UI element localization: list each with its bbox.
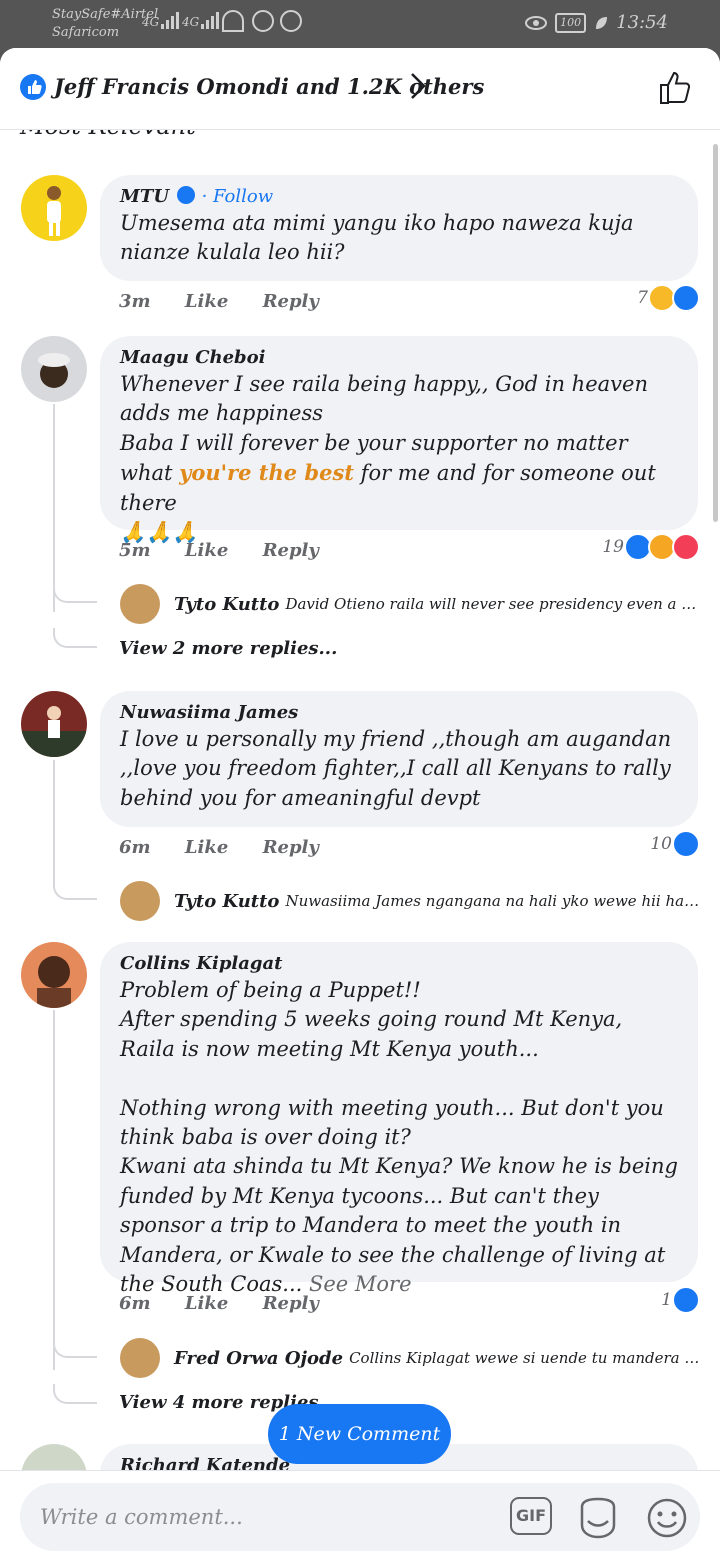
eye-icon	[525, 15, 548, 30]
comments-sheet: Jeff Francis Omondi and 1.2K others Most…	[0, 48, 720, 1560]
comment-time: 3m	[119, 291, 151, 312]
like-reaction-icon	[672, 830, 700, 858]
reaction-summary[interactable]: 1	[661, 1286, 700, 1314]
comment-actions: 6m Like Reply	[119, 1293, 347, 1314]
reaction-summary[interactable]: 10	[650, 830, 700, 858]
comment-time: 5m	[119, 540, 151, 561]
comment-time: 6m	[119, 1293, 151, 1314]
avatar[interactable]	[21, 691, 87, 757]
composer-bar: GIF	[0, 1470, 720, 1560]
view-more-replies[interactable]: View 2 more replies...	[119, 638, 337, 659]
timer-icon	[252, 10, 274, 32]
status-right: 100 13:54	[525, 12, 668, 33]
battery-icon: 100	[555, 12, 587, 33]
reaction-count: 19	[602, 537, 624, 557]
comment-author[interactable]: Maagu Cheboi	[120, 346, 678, 370]
love-reaction-icon	[672, 533, 700, 561]
reply-author[interactable]: Fred Orwa Ojode	[174, 1348, 343, 1369]
comment-text: Whenever I see raila being happy,, God i…	[120, 370, 678, 547]
reply-author[interactable]: Tyto Kutto	[174, 594, 279, 615]
reaction-count: 1	[661, 1290, 672, 1310]
whatsapp-icon	[280, 10, 302, 32]
reply-button[interactable]: Reply	[263, 837, 319, 858]
comment-text: I love u personally my friend ,,though a…	[120, 727, 678, 810]
reply-preview[interactable]: Fred Orwa Ojode Collins Kiplagat wewe si…	[120, 1338, 700, 1378]
reply-button[interactable]: Reply	[263, 1293, 319, 1314]
reply-text: David Otieno raila will never see presid…	[285, 595, 700, 613]
comment-composer: GIF	[20, 1483, 700, 1551]
like-reaction-icon	[20, 74, 46, 100]
like-reaction-icon	[672, 1286, 700, 1314]
thread-connector	[53, 1338, 97, 1358]
like-button[interactable]: Like	[185, 540, 228, 561]
comment-author[interactable]: Collins Kiplagat	[120, 952, 678, 976]
scrollbar[interactable]	[713, 144, 718, 522]
emoji-icon[interactable]	[646, 1497, 688, 1539]
avatar[interactable]	[21, 175, 87, 241]
chevron-right-icon[interactable]	[408, 70, 428, 102]
avatar[interactable]	[120, 881, 160, 921]
thread-line	[53, 760, 55, 880]
comment-actions: 5m Like Reply	[119, 540, 347, 561]
comment-bubble[interactable]: Maagu Cheboi Whenever I see raila being …	[100, 336, 698, 544]
sticker-icon[interactable]	[576, 1497, 620, 1539]
reply-button[interactable]: Reply	[263, 540, 319, 561]
reply-button[interactable]: Reply	[263, 291, 319, 312]
reply-text: Collins Kiplagat wewe si uende tu mander…	[349, 1349, 700, 1367]
reply-preview[interactable]: Tyto Kutto Nuwasiima James ngangana na h…	[120, 881, 700, 921]
follow-link[interactable]: Follow	[213, 186, 273, 207]
wifi-icon	[222, 10, 244, 32]
comment-text: Umesema ata mimi yangu iko hapo naweza k…	[120, 211, 641, 265]
reply-preview[interactable]: Tyto Kutto David Otieno raila will never…	[120, 584, 700, 624]
leaf-icon	[596, 16, 608, 29]
comment-text: Problem of being a Puppet!! After spendi…	[120, 976, 678, 1299]
clock: 13:54	[616, 12, 668, 33]
highlighted-text: you're the best	[179, 460, 354, 486]
avatar[interactable]	[21, 942, 87, 1008]
like-reaction-icon	[672, 284, 700, 312]
reply-text: Nuwasiima James ngangana na hali yko wew…	[285, 892, 700, 910]
reactions-header[interactable]: Jeff Francis Omondi and 1.2K others	[0, 48, 720, 130]
verified-badge-icon	[177, 186, 196, 204]
network-type-1: 4G	[142, 15, 160, 29]
comment-input[interactable]	[40, 1499, 460, 1535]
comment-author-line: MTU · Follow	[120, 186, 274, 207]
thread-line	[53, 1010, 55, 1370]
comment-actions: 6m Like Reply	[119, 837, 347, 858]
reaction-summary[interactable]: 19	[602, 533, 700, 561]
reaction-count: 10	[650, 834, 672, 854]
comment-bubble[interactable]: MTU · Follow Umesema ata mimi yangu iko …	[100, 175, 698, 281]
gif-icon[interactable]: GIF	[510, 1497, 552, 1535]
comment-actions: 3m Like Reply	[119, 291, 347, 312]
like-outline-icon[interactable]	[658, 70, 694, 106]
new-comment-button[interactable]: 1 New Comment	[268, 1404, 451, 1464]
thread-connector	[53, 880, 97, 900]
like-button[interactable]: Like	[185, 291, 228, 312]
comment-bubble[interactable]: Collins Kiplagat Problem of being a Pupp…	[100, 942, 698, 1296]
network-type-2: 4G	[182, 15, 200, 29]
reaction-summary[interactable]: 7	[637, 284, 700, 312]
avatar[interactable]	[120, 584, 160, 624]
reaction-count: 7	[637, 288, 648, 308]
thread-connector	[53, 583, 97, 603]
thread-line	[53, 404, 55, 612]
comment-author[interactable]: Nuwasiima James	[120, 701, 678, 725]
reply-author[interactable]: Tyto Kutto	[174, 891, 279, 912]
signal-icon-2: 4G	[182, 12, 220, 29]
avatar[interactable]	[120, 1338, 160, 1378]
signal-icon-1: 4G	[142, 12, 180, 29]
thread-connector	[53, 1384, 97, 1404]
like-button[interactable]: Like	[185, 837, 228, 858]
comment-text-part: Problem of being a Puppet!! After spendi…	[120, 978, 678, 1297]
comment-bubble[interactable]: Nuwasiima James I love u personally my f…	[100, 691, 698, 827]
comment-author[interactable]: MTU	[120, 186, 169, 207]
status-bar: StaySafe#Airtel Safaricom 4G 4G 100 13:5…	[0, 0, 720, 48]
avatar[interactable]	[21, 336, 87, 402]
thread-connector	[53, 628, 97, 648]
like-button[interactable]: Like	[185, 1293, 228, 1314]
comment-time: 6m	[119, 837, 151, 858]
